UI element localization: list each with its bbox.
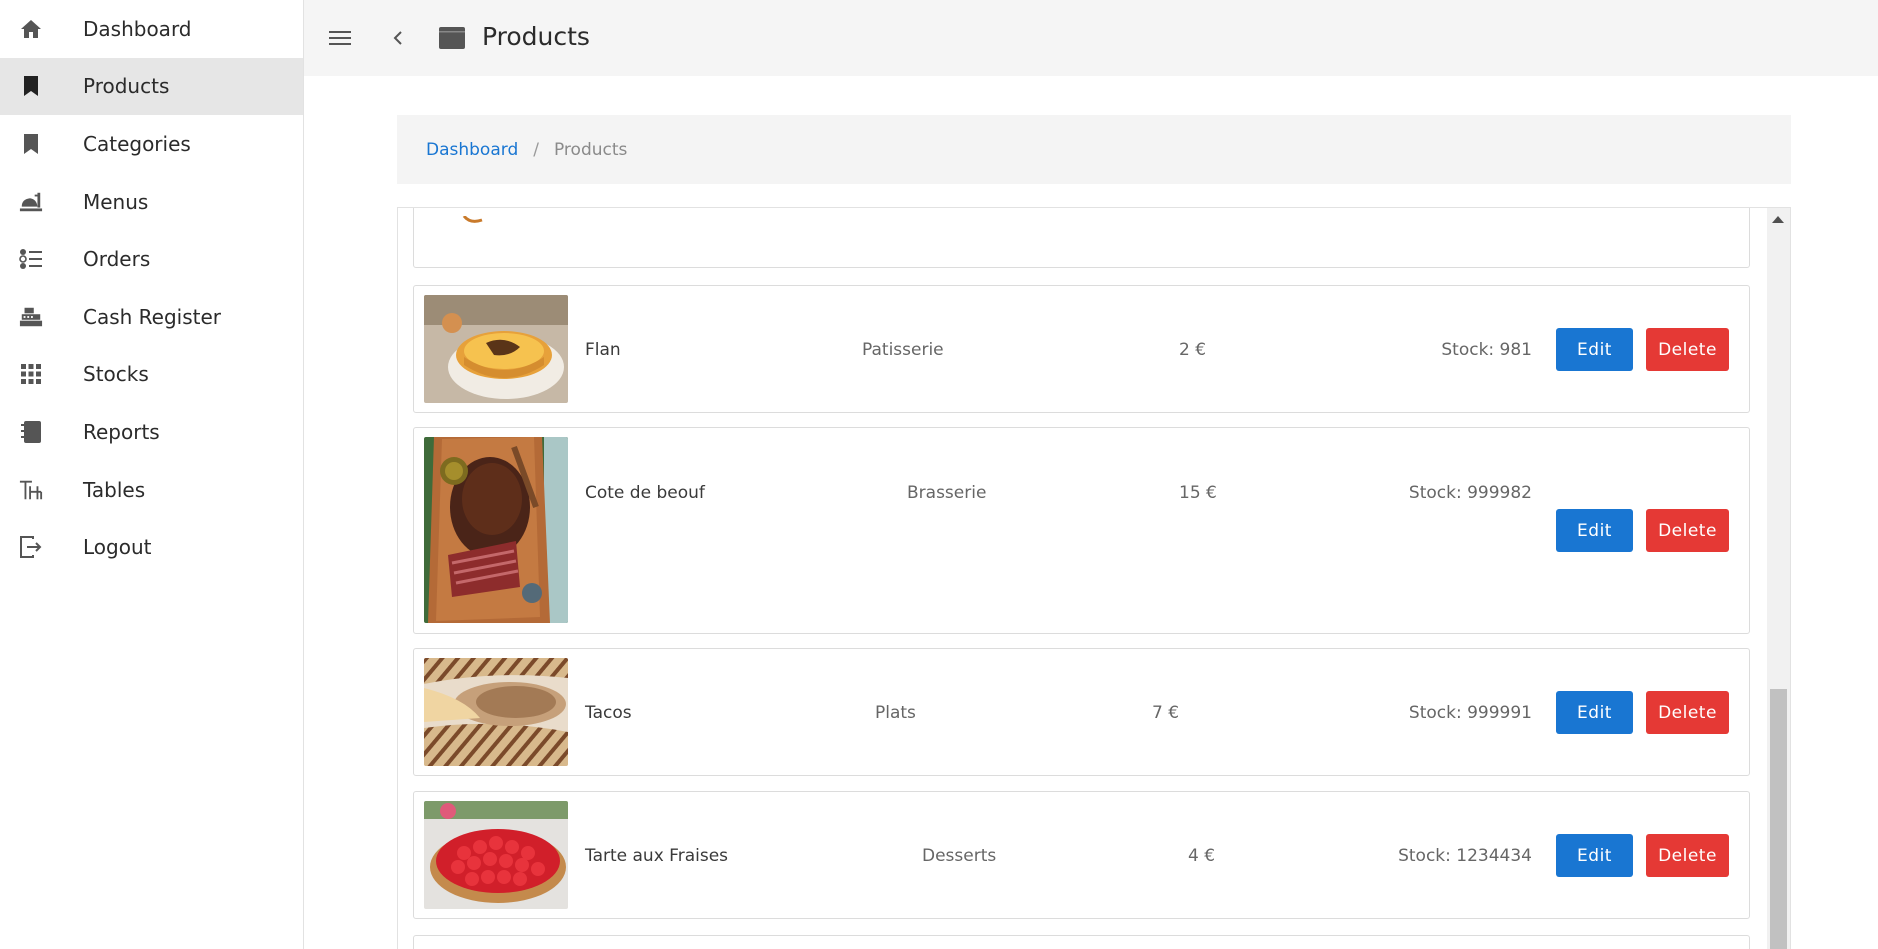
scroll-up-arrow-icon[interactable] (1772, 216, 1784, 223)
sidebar-item-menus[interactable]: Menus (0, 173, 303, 231)
edit-button[interactable]: Edit (1556, 834, 1633, 877)
product-name: Cote de beouf (585, 483, 705, 503)
sidebar-item-label: Reports (83, 419, 160, 444)
sidebar-item-label: Logout (83, 535, 152, 560)
sidebar-item-label: Stocks (83, 362, 149, 387)
product-list[interactable]: Flan Patisserie 2 € Stock: 981 Edit Dele… (397, 207, 1791, 949)
sidebar-item-tables[interactable]: Tables (0, 461, 303, 519)
chevron-left-icon[interactable] (384, 24, 412, 52)
product-image (424, 658, 568, 766)
cash-register-icon (19, 305, 43, 329)
product-image (462, 209, 490, 223)
product-image (424, 295, 568, 403)
breadcrumb-separator: / (533, 139, 539, 160)
product-card (413, 208, 1750, 268)
sidebar-item-label: Categories (83, 131, 191, 156)
product-name: Tarte aux Fraises (585, 846, 729, 866)
sidebar-item-cash-register[interactable]: Cash Register (0, 288, 303, 346)
product-stock: Stock: 999982 (1408, 483, 1532, 503)
product-name: Tacos (585, 703, 632, 723)
sidebar-item-label: Products (83, 74, 170, 99)
bookmark-icon (19, 74, 43, 98)
product-price: 4 € (1188, 846, 1216, 866)
home-icon (19, 17, 43, 41)
sidebar-item-label: Orders (83, 247, 151, 272)
product-card (413, 935, 1750, 949)
logout-icon (19, 535, 43, 559)
sidebar-item-orders[interactable]: Orders (0, 230, 303, 288)
list-icon (19, 247, 43, 271)
sidebar-item-logout[interactable]: Logout (0, 518, 303, 576)
notebook-icon (19, 420, 43, 444)
breadcrumb-current: Products (553, 139, 628, 160)
hamburger-menu-icon[interactable] (326, 24, 354, 52)
product-price: 15 € (1179, 483, 1217, 503)
sidebar-item-products[interactable]: Products (0, 57, 303, 116)
product-card: Cote de beouf Brasserie 15 € Stock: 9999… (413, 427, 1750, 634)
edit-button[interactable]: Edit (1556, 509, 1633, 552)
product-name: Flan (585, 340, 621, 360)
window-icon (438, 24, 466, 52)
product-image (424, 437, 568, 623)
product-card: Tacos Plats 7 € Stock: 999991 Edit Delet… (413, 648, 1750, 776)
product-card: Tarte aux Fraises Desserts 4 € Stock: 12… (413, 791, 1750, 919)
product-category: Brasserie (907, 483, 987, 503)
delete-button[interactable]: Delete (1646, 834, 1729, 877)
product-stock: Stock: 1234434 (1398, 846, 1532, 866)
top-bar: Products (304, 0, 1878, 76)
sidebar-item-stocks[interactable]: Stocks (0, 346, 303, 404)
product-image (424, 801, 568, 909)
product-category: Patisserie (862, 340, 944, 360)
edit-button[interactable]: Edit (1556, 328, 1633, 371)
delete-button[interactable]: Delete (1646, 328, 1729, 371)
page-title: Products (482, 22, 590, 51)
room-service-icon (19, 190, 43, 214)
sidebar-item-reports[interactable]: Reports (0, 403, 303, 461)
product-stock: Stock: 981 (1441, 340, 1532, 360)
scrollbar-thumb[interactable] (1770, 689, 1787, 949)
sidebar-item-label: Dashboard (83, 16, 192, 41)
sidebar-item-label: Cash Register (83, 304, 222, 329)
sidebar: Dashboard Products Categories Menus Orde… (0, 0, 304, 949)
sidebar-item-label: Tables (83, 477, 146, 502)
grid-icon (19, 362, 43, 386)
sidebar-item-label: Menus (83, 189, 149, 214)
table-icon (19, 478, 43, 502)
product-card: Flan Patisserie 2 € Stock: 981 Edit Dele… (413, 285, 1750, 413)
product-category: Plats (875, 703, 916, 723)
scrollbar[interactable] (1767, 208, 1790, 949)
breadcrumb: Dashboard / Products (397, 115, 1791, 184)
delete-button[interactable]: Delete (1646, 691, 1729, 734)
sidebar-item-dashboard[interactable]: Dashboard (0, 0, 303, 58)
product-price: 7 € (1152, 703, 1180, 723)
sidebar-item-categories[interactable]: Categories (0, 115, 303, 173)
product-category: Desserts (922, 846, 997, 866)
bookmark-icon (19, 132, 43, 156)
product-price: 2 € (1179, 340, 1207, 360)
breadcrumb-link-dashboard[interactable]: Dashboard (426, 140, 518, 160)
edit-button[interactable]: Edit (1556, 691, 1633, 734)
product-stock: Stock: 999991 (1408, 703, 1532, 723)
delete-button[interactable]: Delete (1646, 509, 1729, 552)
